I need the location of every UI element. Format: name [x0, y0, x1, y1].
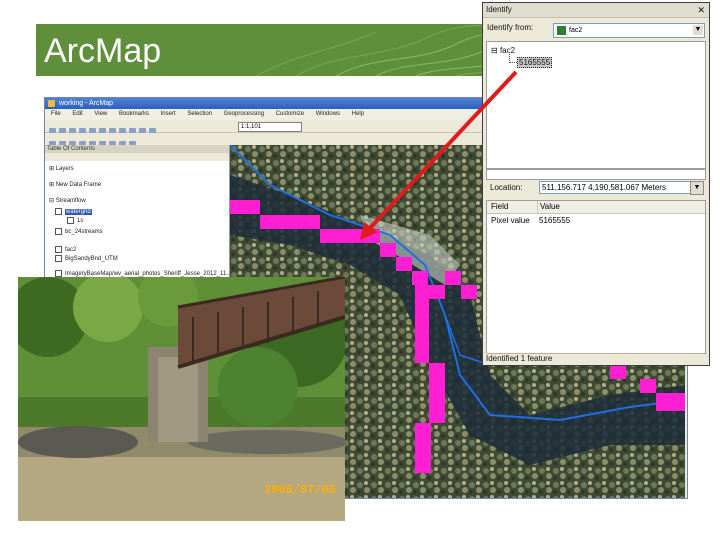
menu-geoprocessing[interactable]: Geoprocessing [224, 111, 264, 117]
identify-titlebar: Identify ✕ [483, 3, 709, 18]
chevron-down-icon[interactable]: ▼ [693, 25, 703, 35]
column-value[interactable]: Value [537, 201, 560, 213]
menu-edit[interactable]: Edit [72, 111, 82, 117]
close-icon[interactable]: ✕ [697, 3, 705, 17]
toc-item-fac2[interactable]: fac2 [55, 246, 76, 253]
row-field: Pixel value [491, 216, 530, 225]
menu-file[interactable]: File [51, 111, 61, 117]
units-dropdown-icon[interactable]: ▼ [690, 181, 704, 195]
toc-toolbar [45, 153, 229, 161]
identify-results-tree: ⊟ fac2 5165555 [486, 41, 706, 169]
photo-date-stamp: 2005/07/05 [264, 483, 337, 497]
tree-node-feature[interactable]: 5165555 [517, 57, 553, 68]
menu-selection[interactable]: Selection [187, 111, 212, 117]
identify-from-select[interactable]: fac2 ▼ [553, 23, 705, 38]
tree-connector [509, 54, 517, 63]
table-row: Pixel value 5165555 [487, 215, 705, 226]
menu-insert[interactable]: Insert [161, 111, 176, 117]
toc-item-streamflow[interactable]: ⊟ Streamflow [49, 197, 86, 204]
toc-header: Table Of Contents [45, 145, 229, 153]
menu-view[interactable]: View [94, 111, 107, 117]
toc-item-1s: 1s [67, 217, 83, 224]
table-header: Field Value [487, 201, 705, 214]
toc-item-bc-24streams[interactable]: bc_24streams [55, 228, 103, 235]
map-scale-input[interactable]: 1:1,101 [238, 122, 302, 132]
location-field[interactable]: 511,156.717 4,190,581.067 Meters [539, 181, 691, 194]
identify-status: Identified 1 feature [486, 353, 704, 364]
identify-title: Identify [486, 5, 512, 14]
toc-item-bigsandybnd-utm[interactable]: BigSandyBnd_UTM [55, 255, 118, 262]
toc-item-watergrid[interactable]: watergrid [55, 208, 92, 216]
identify-from-label: Identify from: [487, 23, 534, 32]
location-label: Location: [490, 183, 523, 192]
page-title: ArcMap [44, 32, 162, 70]
menu-help[interactable]: Help [352, 111, 364, 117]
menu-customize[interactable]: Customize [276, 111, 304, 117]
menu-bookmarks[interactable]: Bookmarks [119, 111, 149, 117]
arcmap-app-icon [48, 100, 55, 107]
toc-item-new-data-frame[interactable]: ⊞ New Data Frame [49, 181, 101, 188]
identify-from-value: fac2 [569, 27, 583, 34]
menu-windows[interactable]: Windows [316, 111, 340, 117]
field-value-table: Field Value Pixel value 5165555 [486, 200, 706, 354]
identify-toolbar-strip [486, 169, 706, 180]
row-value: 5165555 [539, 216, 571, 225]
field-photo: 2005/07/05 [18, 277, 345, 521]
arcmap-window-title: working - ArcMap [59, 100, 114, 107]
column-field[interactable]: Field [491, 201, 508, 213]
toc-item-layers[interactable]: ⊞ Layers [49, 165, 74, 172]
identify-window: Identify ✕ Identify from: fac2 ▼ ⊟ fac2 … [482, 2, 710, 366]
raster-layer-icon [557, 26, 566, 35]
